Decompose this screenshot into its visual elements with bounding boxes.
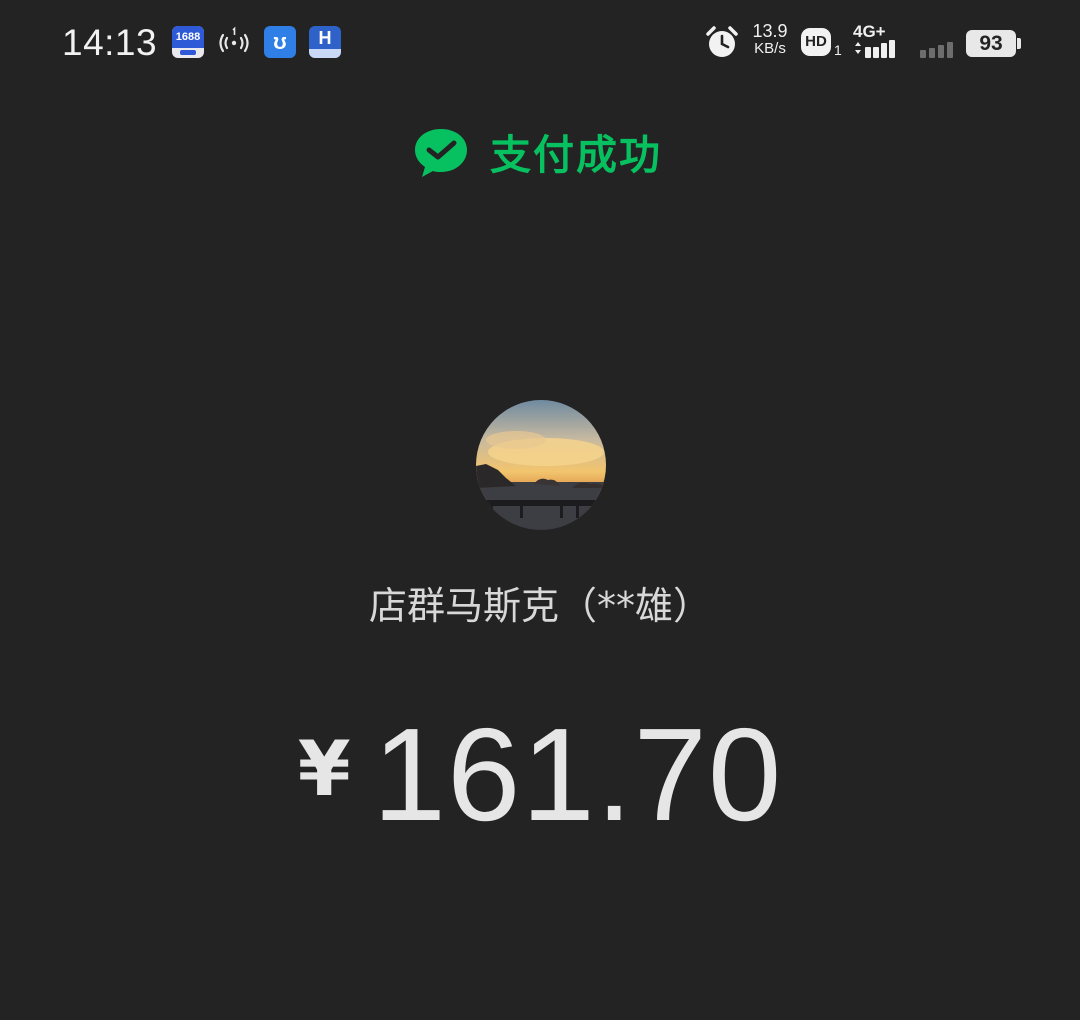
network-speed-unit: KB/s (754, 40, 786, 57)
merchant-name: 店群马斯克（**雄） (368, 584, 711, 628)
hotspot-icon (219, 26, 249, 53)
hd-voice-icon: HD (801, 28, 831, 56)
merchant-avatar (476, 400, 606, 530)
app-1688-icon: 1688 (172, 26, 204, 58)
network-speed: 13.9 KB/s (748, 22, 792, 58)
app-1688-label: 1688 (172, 26, 204, 48)
currency-symbol: ¥ (297, 724, 351, 813)
amount-value: 161.70 (372, 701, 783, 848)
signal-strength-sim1-icon (855, 40, 895, 58)
payment-status-text: 支付成功 (490, 131, 662, 179)
battery-tip (1017, 38, 1021, 49)
status-time: 14:13 (62, 22, 158, 63)
app-u-icon: ʊ (264, 26, 296, 58)
payment-success-header: 支付成功 (0, 120, 1080, 190)
battery-icon: 93 (966, 30, 1016, 57)
signal-strength-sim2-icon (920, 42, 953, 58)
wechat-pay-check-icon (415, 129, 467, 177)
alarm-icon (706, 26, 738, 57)
hd-sim-number: 1 (834, 42, 842, 58)
network-speed-value: 13.9 (752, 21, 788, 41)
status-bar: 14:13 1688 ʊ H 13.9 KB/s HD 1 4G+ 93 (0, 0, 1080, 86)
app-1688-badge (180, 50, 196, 55)
payment-amount: ¥161.70 (0, 700, 1080, 850)
app-h-icon: H (309, 26, 341, 58)
